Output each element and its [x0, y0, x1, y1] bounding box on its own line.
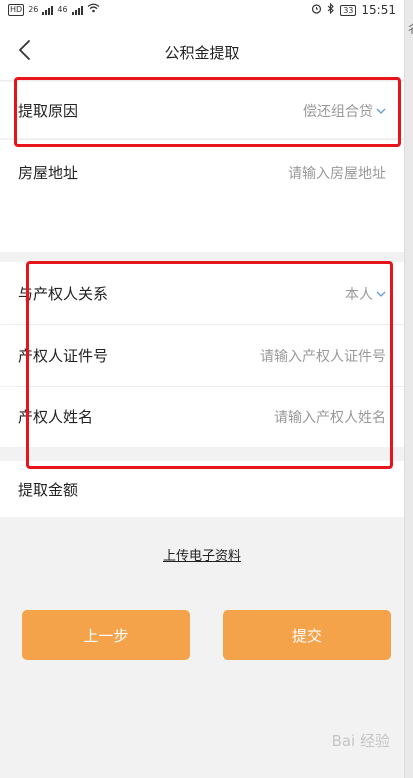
- clock: 15:51: [361, 3, 396, 17]
- reason-value: 偿还组合贷: [303, 104, 373, 120]
- address-label: 房屋地址: [18, 164, 79, 182]
- amount-label: 提取金额: [18, 481, 79, 499]
- alarm-icon: [311, 3, 322, 17]
- signal-2-icon: [71, 5, 83, 15]
- owner-name-row[interactable]: 产权人姓名 请输入产权人姓名: [0, 387, 404, 447]
- upload-link[interactable]: 上传电子资料: [163, 549, 241, 564]
- bluetooth-icon: [327, 2, 335, 17]
- owner-name-label: 产权人姓名: [18, 408, 94, 426]
- upload-link-container: 上传电子资料: [0, 545, 404, 564]
- relation-label: 与产权人关系: [18, 285, 109, 303]
- signal-2-label: 46: [57, 5, 68, 14]
- relation-select[interactable]: 本人: [345, 284, 386, 304]
- prev-button[interactable]: 上一步: [22, 610, 190, 660]
- reason-row[interactable]: 提取原因 偿还组合贷: [0, 82, 404, 138]
- owner-name-input[interactable]: 请输入产权人姓名: [274, 407, 386, 427]
- nav-bar: 公积金提取: [0, 20, 404, 81]
- owner-id-row[interactable]: 产权人证件号 请输入产权人证件号: [0, 325, 404, 386]
- hd-indicator: HD: [8, 3, 25, 16]
- relation-value: 本人: [345, 287, 373, 303]
- watermark: Bai 经验: [331, 732, 390, 750]
- status-bar: HD 26 46 33 15:51: [0, 0, 404, 20]
- side-glyph: 彳: [406, 22, 413, 36]
- reason-label: 提取原因: [18, 102, 79, 120]
- signal-1-label: 26: [28, 5, 39, 14]
- battery-icon: 33: [340, 4, 357, 16]
- phone-screen: HD 26 46 33 15:51 公积金提取 提取原因 偿还组合贷 房屋地址 …: [0, 0, 404, 778]
- address-input[interactable]: 请输入房屋地址: [288, 163, 386, 183]
- reason-select[interactable]: 偿还组合贷: [303, 101, 386, 121]
- amount-row[interactable]: 提取金额: [0, 461, 404, 517]
- adjacent-window-edge: 彳: [404, 0, 413, 778]
- chevron-down-icon: [376, 291, 386, 297]
- owner-id-label: 产权人证件号: [18, 347, 109, 365]
- address-row[interactable]: 房屋地址 请输入房屋地址: [0, 140, 404, 252]
- signal-1-icon: [42, 5, 54, 15]
- relation-row[interactable]: 与产权人关系 本人: [0, 262, 404, 324]
- submit-button[interactable]: 提交: [223, 610, 391, 660]
- owner-id-input[interactable]: 请输入产权人证件号: [260, 346, 386, 366]
- wifi-icon: [87, 3, 100, 16]
- chevron-down-icon: [376, 108, 386, 114]
- page-title: 公积金提取: [164, 44, 240, 62]
